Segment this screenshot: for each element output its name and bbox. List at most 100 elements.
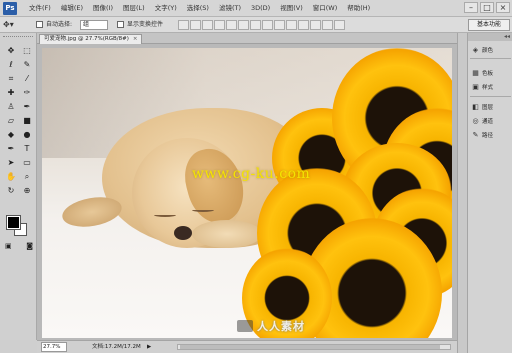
align-left-icon[interactable] [214,20,225,30]
tab-close-icon[interactable]: × [133,35,138,44]
panel-divider [470,58,511,59]
standard-mode-icon[interactable]: ▣ [5,241,12,251]
puppy-front-paw [192,220,262,248]
shape-tool-icon[interactable]: ▭ [20,157,34,169]
panel-label: 图层 [482,105,494,111]
menu-filter[interactable]: 滤镜(T) [214,0,246,17]
close-button[interactable]: × [496,2,510,13]
clone-stamp-tool-icon[interactable]: ♙ [4,101,18,113]
marquee-tool-icon[interactable]: ⬚ [20,45,34,57]
menu-file[interactable]: 文件(F) [24,0,56,17]
history-brush-tool-icon[interactable]: ✒ [20,101,34,113]
swatches-icon: ▦ [472,69,479,77]
pen-tool-icon[interactable]: ✒ [4,143,18,155]
maximize-button[interactable]: □ [480,2,494,13]
canvas-area[interactable]: www.cg-ku.com 人人素材 [37,44,457,340]
auto-align-icon[interactable] [322,20,333,30]
panel-color[interactable]: ◈ 颜色 [470,44,511,56]
3d-rotate-tool-icon[interactable]: ↻ [4,185,18,197]
crop-tool-icon[interactable]: ⌗ [4,73,18,85]
panel-label: 颜色 [482,48,494,54]
panel-label: 路径 [482,133,494,139]
menu-view[interactable]: 视图(V) [275,0,308,17]
document-size-info: 文档:17.2M/17.2M [92,344,141,350]
photoshop-logo: Ps [3,2,17,15]
panel-layers[interactable]: ◧ 图层 [470,101,511,113]
align-toolbar [178,20,345,30]
distribute-bottom-icon[interactable] [274,20,285,30]
type-tool-icon[interactable]: T [20,143,34,155]
workspace-switcher[interactable]: 基本功能 [468,19,510,31]
path-select-tool-icon[interactable]: ➤ [4,157,18,169]
options-bar: ✥▾ 自动选择: 组 显示变换控件 基本功能 [0,17,512,33]
panel-dock-header[interactable]: ◂◂ [468,33,512,41]
show-transform-label: 显示变换控件 [127,21,164,28]
watermark-logo-icon [237,320,253,332]
status-menu-arrow-icon[interactable]: ▶ [147,341,151,353]
brush-tool-icon[interactable]: ✑ [20,87,34,99]
distribute-hcenter-icon[interactable] [298,20,309,30]
panel-dock: ◂◂ ◈ 颜色 ▦ 色板 ▣ 样式 ◧ 图层 ◎ 通道 ✎ 路径 [467,33,512,353]
menu-select[interactable]: 选择(S) [182,0,214,17]
healing-brush-tool-icon[interactable]: ✚ [4,87,18,99]
hand-tool-icon[interactable]: ✋ [4,171,18,183]
quick-mask-icon[interactable]: ◙ [26,241,33,251]
menu-layer[interactable]: 图层(L) [118,0,150,17]
zoom-tool-icon[interactable]: ⌕ [20,171,34,183]
panel-collapse-strip[interactable] [457,33,467,353]
distribute-right-icon[interactable] [310,20,321,30]
align-bottom-icon[interactable] [202,20,213,30]
eraser-tool-icon[interactable]: ▱ [4,115,18,127]
document-tab-title: 可爱宠物.jpg @ 27.7%(RGB/8#) [44,36,129,42]
3d-orbit-tool-icon[interactable]: ⊕ [20,185,34,197]
palette-icon: ◈ [472,46,479,54]
panel-channels[interactable]: ◎ 通道 [470,115,511,127]
distribute-left-icon[interactable] [286,20,297,30]
menu-bar: Ps 文件(F) 编辑(E) 图像(I) 图层(L) 文字(Y) 选择(S) 滤… [0,0,512,17]
3d-mode-icon[interactable] [334,20,345,30]
distribute-top-icon[interactable] [250,20,261,30]
document-tab-bar: 可爱宠物.jpg @ 27.7%(RGB/8#) × [37,33,457,44]
toolbox: ✥ ⬚ ℓ ✎ ⌗ ⁄ ✚ ✑ ♙ ✒ ▱ ■ ◆ ● ✒ T ➤ ▭ ✋ ⌕ … [0,33,37,340]
document-canvas[interactable]: www.cg-ku.com 人人素材 [42,48,452,338]
paths-icon: ✎ [472,131,479,139]
panel-label: 样式 [482,85,494,91]
dodge-tool-icon[interactable]: ● [20,129,34,141]
align-right-icon[interactable] [238,20,249,30]
menu-3d[interactable]: 3D(D) [246,0,275,17]
lasso-tool-icon[interactable]: ℓ [4,59,18,71]
move-tool-preset-icon[interactable]: ✥▾ [3,19,19,30]
align-top-icon[interactable] [178,20,189,30]
toolbox-grip[interactable] [3,36,33,40]
watermark-logo-text: 人人素材 [257,320,305,333]
menu-image[interactable]: 图像(I) [88,0,118,17]
panel-label: 色板 [482,71,494,77]
auto-select-dropdown[interactable]: 组 [80,20,108,30]
menu-window[interactable]: 窗口(W) [308,0,343,17]
zoom-level-field[interactable]: 27.7% [41,342,67,352]
foreground-color-swatch[interactable] [6,215,21,230]
blur-tool-icon[interactable]: ◆ [4,129,18,141]
window-controls: – □ × [464,2,510,13]
panel-paths[interactable]: ✎ 路径 [470,129,511,141]
horizontal-scrollbar[interactable] [177,344,451,350]
panel-swatches[interactable]: ▦ 色板 [470,67,511,79]
panel-styles[interactable]: ▣ 样式 [470,81,511,93]
quick-select-tool-icon[interactable]: ✎ [20,59,34,71]
document-tab[interactable]: 可爱宠物.jpg @ 27.7%(RGB/8#) × [39,34,143,44]
auto-select-checkbox[interactable] [36,21,43,28]
gradient-tool-icon[interactable]: ■ [20,115,34,127]
distribute-vcenter-icon[interactable] [262,20,273,30]
align-vcenter-icon[interactable] [190,20,201,30]
show-transform-checkbox[interactable] [117,21,124,28]
menu-edit[interactable]: 编辑(E) [56,0,88,17]
eyedropper-tool-icon[interactable]: ⁄ [20,73,34,85]
styles-icon: ▣ [472,83,479,91]
menu-help[interactable]: 帮助(H) [342,0,375,17]
minimize-button[interactable]: – [464,2,478,13]
menu-type[interactable]: 文字(Y) [150,0,182,17]
scrollbar-thumb[interactable] [180,345,440,349]
layers-icon: ◧ [472,103,479,111]
move-tool-icon[interactable]: ✥ [4,45,18,57]
align-hcenter-icon[interactable] [226,20,237,30]
